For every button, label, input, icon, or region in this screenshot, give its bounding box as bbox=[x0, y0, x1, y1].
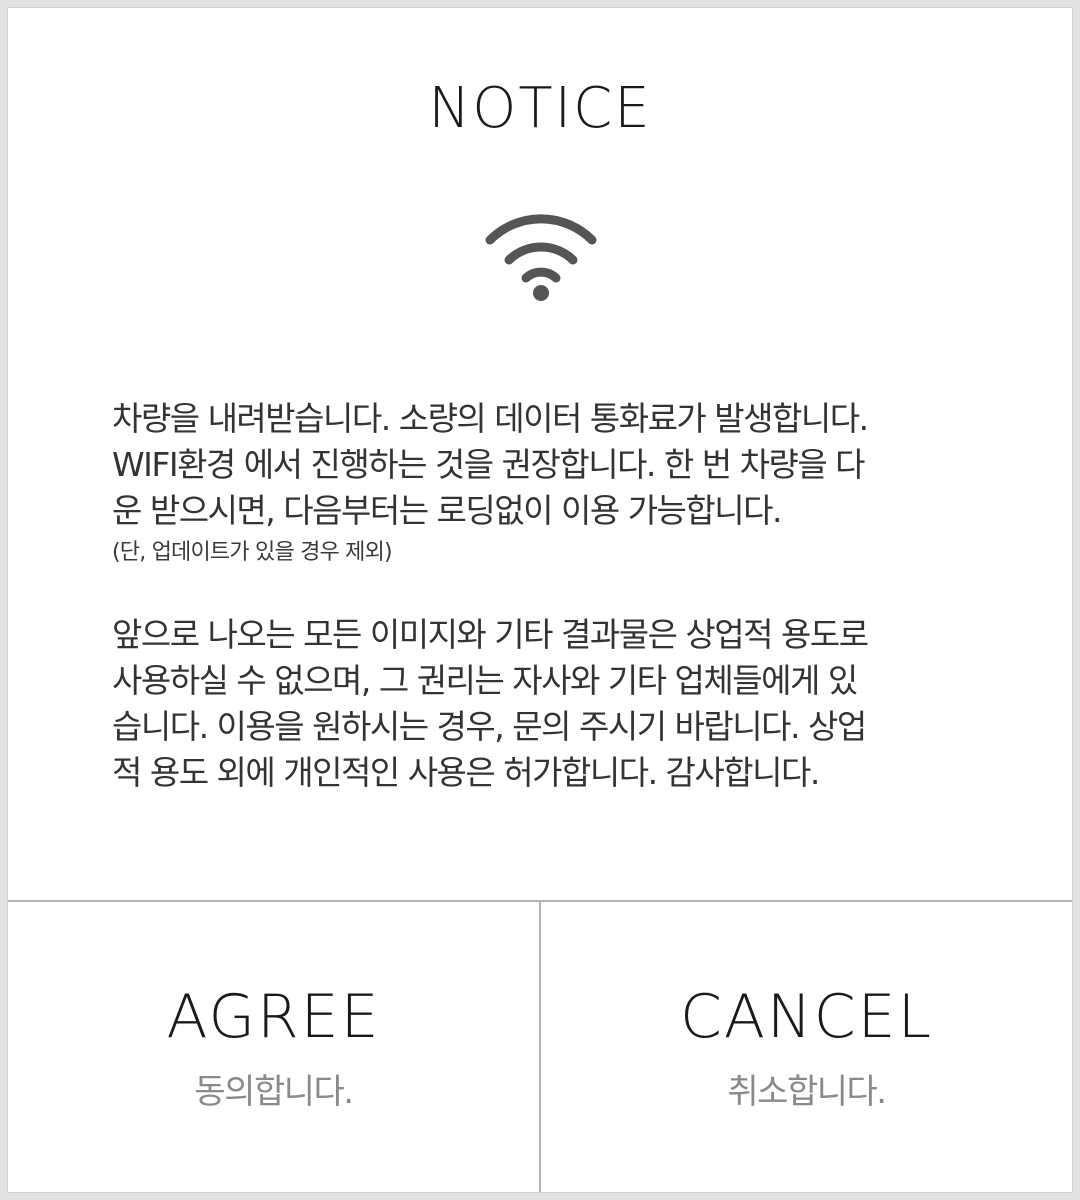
notice-paragraph-download: 차량을 내려받습니다. 소량의 데이터 통화료가 발생합니다. WIFI환경 에… bbox=[112, 396, 982, 570]
agree-button[interactable]: AGREE 동의합니다. bbox=[8, 902, 539, 1192]
dialog-title: NOTICE bbox=[428, 76, 652, 141]
wifi-icon bbox=[481, 205, 601, 305]
cancel-button-label: CANCEL bbox=[679, 982, 934, 1052]
notice-dialog: NOTICE 차량을 내려받습니다. 소량의 데이터 통화료가 발생합니다. W… bbox=[7, 7, 1073, 1193]
agree-button-label: AGREE bbox=[166, 982, 381, 1052]
text-line: 앞으로 나오는 모든 이미지와 기타 결과물은 상업적 용도로 bbox=[112, 615, 869, 654]
text-line: 사용하실 수 없으며, 그 권리는 자사와 기타 업체들에게 있 bbox=[112, 661, 858, 700]
text-line: WIFI환경 에서 진행하는 것을 권장합니다. 한 번 차량을 다 bbox=[112, 445, 866, 484]
button-bar: AGREE 동의합니다. CANCEL 취소합니다. bbox=[8, 900, 1072, 1192]
text-line: 적 용도 외에 개인적인 사용은 허가합니다. 감사합니다. bbox=[112, 753, 820, 792]
cancel-button-sublabel: 취소합니다. bbox=[727, 1072, 887, 1112]
cancel-button[interactable]: CANCEL 취소합니다. bbox=[539, 902, 1072, 1192]
notice-paragraph-copyright: 앞으로 나오는 모든 이미지와 기타 결과물은 상업적 용도로 사용하실 수 없… bbox=[112, 612, 982, 796]
text-line: 운 받으시면, 다음부터는 로딩없이 이용 가능합니다. bbox=[112, 491, 783, 530]
text-line: 습니다. 이용을 원하시는 경우, 문의 주시기 바랍니다. 상업 bbox=[112, 707, 867, 746]
agree-button-sublabel: 동의합니다. bbox=[194, 1072, 354, 1112]
update-note: (단, 업데이트가 있을 경우 제외) bbox=[112, 540, 393, 565]
text-line: 차량을 내려받습니다. 소량의 데이터 통화료가 발생합니다. bbox=[112, 399, 869, 438]
